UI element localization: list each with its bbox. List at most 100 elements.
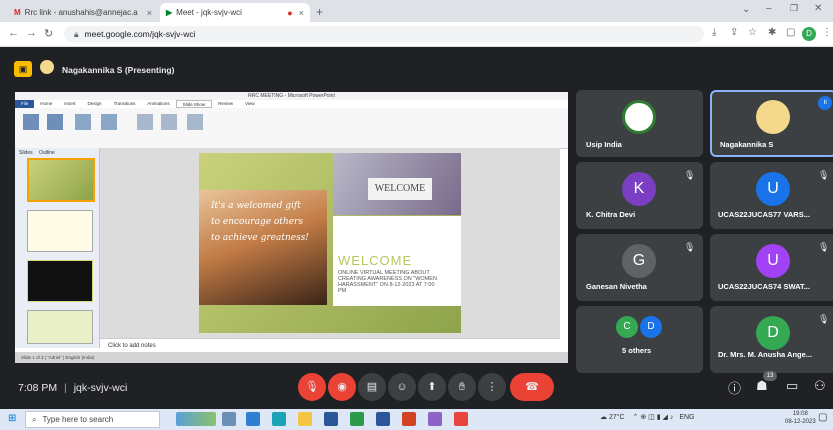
language-indicator[interactable]: ENG [679,414,694,421]
tab-rrc-link[interactable]: M Rrc link - anushahis@annejac.a × [8,3,158,22]
participant-tile-vars[interactable]: U 🎙︎ UCAS22JUCAS77 VARS... [710,162,833,229]
tab-label: Rrc link - anushahis@annejac.a [24,8,138,17]
reload-icon[interactable]: ↻ [44,27,53,40]
ppt-custom-show-icon [101,114,117,130]
powerpoint-icon[interactable] [402,412,416,426]
participant-tile-usip-india[interactable]: Usip India [576,90,703,157]
teams-icon[interactable] [246,412,260,426]
participant-tile-chitra[interactable]: K 🎙︎ K. Chitra Devi [576,162,703,229]
clock-time: 19:08 [792,411,808,417]
forward-icon[interactable]: → [26,27,37,39]
download-icon[interactable]: ⤓ [712,27,716,38]
tray-icons: ⌃ ⊕ ◫ ▮ ◢ ♪ [632,414,674,421]
chat-icon[interactable]: ▭ [786,378,798,394]
participant-tile-nagakannika[interactable]: ॥ Nagakannika S [710,90,833,157]
tab-search-icon[interactable]: ⌄ [742,4,750,15]
muted-mic-icon: 🎙︎ [818,242,830,252]
captions-button[interactable]: ▤ [358,373,386,401]
chrome-icon[interactable] [454,412,468,426]
ppt-ribbon [15,108,568,149]
mic-off-button[interactable]: 🎙︎ [298,373,326,401]
participant-tile-anusha[interactable]: D 🎙︎ Dr. Mrs. M. Anusha Ange... [710,306,833,373]
ppt-menu-animations: Animations [147,101,170,106]
url-input[interactable]: 🔒︎ meet.google.com/jqk-svjv-wci [64,26,704,42]
windows-start-icon[interactable]: ⊞ [8,413,16,424]
participant-avatar: G [622,244,656,278]
ppt-rehearse-icon [187,114,203,130]
ppt-thumb-3 [27,260,93,302]
presenter-avatar [40,60,54,74]
usip-logo [622,100,656,134]
profile-avatar[interactable]: D [802,27,816,41]
clock-date: 08-12-2023 [785,419,816,425]
back-icon[interactable]: ← [8,27,19,39]
browser-menu-icon[interactable]: ⋮ [822,27,832,38]
slide-quote: It's a welcomed gift to encourage others… [211,201,309,243]
system-tray: ☁ 27°C ⌃ ⊕ ◫ ▮ ◢ ♪ ENG [600,413,694,421]
ppt-menu-design: Design [87,101,102,106]
emoji-button[interactable]: ☺ [388,373,416,401]
meeting-time: 7:08 PM [18,382,58,394]
participant-tile-others[interactable]: C D 5 others [576,306,703,373]
meet-icon: ▶ [166,8,173,17]
tab-label: Meet - jqk-svjv-wci [176,8,242,17]
ppt-menu-view: View [244,101,255,106]
close-tab-icon[interactable]: × [147,8,152,18]
muted-mic-icon: 🎙︎ [818,314,830,324]
edge-icon[interactable] [272,412,286,426]
present-button[interactable]: ⬆ [418,373,446,401]
ppt-window-title: RRC MEETING - Microsoft PowerPoint [15,92,568,100]
search-placeholder: Type here to search [42,415,114,424]
minimize-icon[interactable]: – [766,3,772,14]
url-text: meet.google.com/jqk-svjv-wci [84,29,196,39]
share-icon[interactable]: ⇪ [730,27,738,38]
ppt-setup-icon [137,114,153,130]
taskbar-clock[interactable]: 19:08 08-12-2023 [785,410,816,426]
file-explorer-icon[interactable] [298,412,312,426]
weather-widget-icon[interactable] [176,412,216,426]
ppt-thumb-1 [27,158,95,202]
presentation-icon: ▣ [14,61,32,77]
muted-mic-icon: 🎙︎ [684,170,696,180]
extensions-icon[interactable]: ✱ [768,27,776,38]
excel-icon[interactable] [350,412,364,426]
muted-mic-icon: 🎙︎ [818,170,830,180]
task-view-icon[interactable] [222,412,236,426]
close-tab-icon[interactable]: × [299,8,304,18]
ppt-menu-file: File [15,100,35,108]
new-tab-button[interactable]: + [316,5,323,19]
activities-icon[interactable]: ⚇ [814,378,826,394]
participant-name: UCAS22JUCAS77 VARS... [718,210,810,219]
meeting-details-icon[interactable]: ⓘ [728,378,741,397]
word-icon[interactable] [376,412,390,426]
recording-dot-icon: ● [287,7,293,18]
onenote-icon[interactable] [428,412,442,426]
separator: | [64,382,67,394]
ppt-thumb-2 [27,210,93,252]
ppt-menu-slideshow: Slide Show [175,100,213,108]
more-options-button[interactable]: ⋮ [478,373,506,401]
participant-name: Nagakannika S [720,140,774,149]
ppt-broadcast-icon [75,114,91,130]
leave-call-button[interactable]: ☎ [510,373,554,401]
window-close-icon[interactable]: ✕ [814,3,822,14]
ppt-hide-slide-icon [161,114,177,130]
participant-tile-ganesan[interactable]: G 🎙︎ Ganesan Nivetha [576,234,703,301]
ppt-panel-tab-outline: Outline [39,150,55,156]
raise-hand-button[interactable]: ✋︎ [448,373,476,401]
maximize-icon[interactable]: ❐ [790,3,798,14]
participant-avatar: C [616,316,638,338]
participant-tile-swat[interactable]: U 🎙︎ UCAS22JUCAS74 SWAT... [710,234,833,301]
camera-off-button[interactable]: ◉ [328,373,356,401]
search-icon: ⌕ [32,414,37,424]
store-icon[interactable] [324,412,338,426]
bookmark-star-icon[interactable]: ☆ [748,27,757,38]
participant-avatar: K [622,172,656,206]
side-panel-icon[interactable]: ▢ [786,27,795,38]
slide-subtitle: ONLINE VIRTUAL MEETING ABOUT CREATING AW… [338,270,437,294]
presenter-label: Nagakannika S (Presenting) [62,65,175,75]
taskbar-search-input[interactable]: ⌕ Type here to search [25,411,160,428]
tab-meet[interactable]: ▶ Meet - jqk-svjv-wci ● × [160,3,310,22]
speaking-indicator-icon: ॥ [818,96,832,110]
notification-icon[interactable]: ▢ [818,412,827,423]
